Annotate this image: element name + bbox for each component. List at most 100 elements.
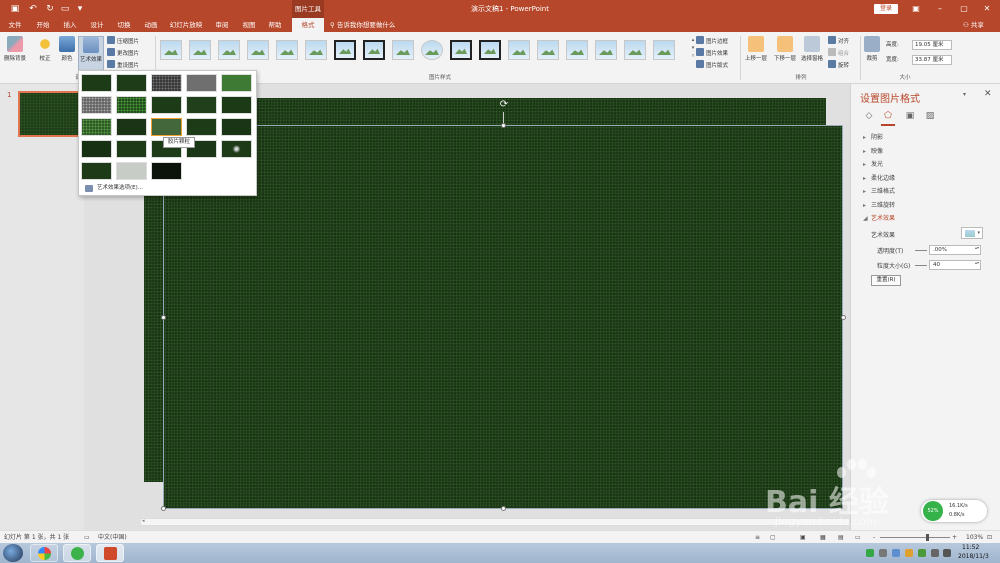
tab-file[interactable]: 文件 bbox=[4, 18, 26, 32]
section-3d-format[interactable]: ▸ 三维格式 bbox=[863, 186, 895, 198]
effects-pentagon-icon[interactable]: ⬠ bbox=[882, 110, 894, 122]
pane-close-icon[interactable]: ✕ bbox=[984, 89, 992, 99]
effect-option[interactable] bbox=[221, 118, 252, 136]
resize-handle-bottom[interactable] bbox=[501, 506, 506, 511]
resize-handle-right[interactable] bbox=[841, 315, 846, 320]
artistic-effects-button[interactable]: 艺术效果 bbox=[78, 36, 104, 72]
bring-forward-button[interactable]: 上移一层 bbox=[742, 36, 770, 62]
zoom-slider-thumb[interactable] bbox=[926, 534, 929, 541]
tab-format[interactable]: 格式 bbox=[292, 18, 324, 32]
compress-pictures-button[interactable]: 压缩图片 bbox=[107, 36, 139, 46]
picture-style-option[interactable] bbox=[537, 40, 559, 60]
picture-style-option[interactable] bbox=[334, 40, 356, 60]
section-reflection[interactable]: ▸ 映像 bbox=[863, 146, 883, 158]
picture-style-option[interactable] bbox=[276, 40, 298, 60]
tray-icon[interactable] bbox=[918, 549, 926, 557]
horizontal-scrollbar[interactable]: ◂ bbox=[140, 518, 850, 526]
picture-style-option[interactable] bbox=[421, 40, 443, 60]
crop-button[interactable]: 裁剪 bbox=[862, 36, 882, 62]
tab-animations[interactable]: 动画 bbox=[140, 18, 162, 32]
tell-me-search[interactable]: ⚲ 告诉我你想要做什么 bbox=[330, 18, 395, 32]
grain-size-slider[interactable] bbox=[915, 265, 927, 266]
volume-icon[interactable] bbox=[943, 549, 951, 557]
selected-picture[interactable] bbox=[163, 125, 843, 509]
fill-line-icon[interactable]: ◇ bbox=[863, 110, 875, 122]
zoom-slider[interactable] bbox=[880, 537, 950, 538]
rotate-handle-icon[interactable]: ⟳ bbox=[499, 100, 509, 110]
tab-help[interactable]: 帮助 bbox=[264, 18, 286, 32]
resize-handle-bottom-left[interactable] bbox=[161, 506, 166, 511]
effect-option[interactable] bbox=[116, 74, 147, 92]
clock-time[interactable]: 11:52 bbox=[962, 544, 979, 551]
effect-option[interactable] bbox=[221, 96, 252, 114]
effect-option[interactable] bbox=[221, 140, 252, 158]
effect-option[interactable] bbox=[116, 140, 147, 158]
resize-handle-top[interactable] bbox=[501, 123, 506, 128]
effect-option[interactable] bbox=[151, 162, 182, 180]
customize-toolbar-icon[interactable]: ▾ bbox=[74, 3, 86, 15]
save-icon[interactable]: ▣ bbox=[9, 3, 21, 15]
effect-none[interactable] bbox=[81, 74, 112, 92]
picture-style-option[interactable] bbox=[450, 40, 472, 60]
width-input[interactable]: 33.87 厘米 bbox=[912, 55, 952, 65]
transparency-slider[interactable] bbox=[915, 250, 927, 251]
section-soft-edges[interactable]: ▸ 柔化边缘 bbox=[863, 173, 895, 185]
effect-film-grain[interactable] bbox=[151, 118, 182, 136]
section-glow[interactable]: ▸ 发光 bbox=[863, 159, 883, 171]
section-artistic-effects[interactable]: ◢ 艺术效果 bbox=[863, 213, 895, 225]
start-button[interactable] bbox=[3, 544, 23, 562]
transparency-input[interactable]: .00% bbox=[929, 245, 981, 255]
group-button[interactable]: 组合 bbox=[828, 48, 849, 58]
picture-style-option[interactable] bbox=[392, 40, 414, 60]
picture-style-option[interactable] bbox=[247, 40, 269, 60]
picture-border-button[interactable]: 图片边框 bbox=[696, 36, 728, 46]
picture-style-option[interactable] bbox=[189, 40, 211, 60]
size-properties-icon[interactable]: ▣ bbox=[904, 110, 916, 122]
tab-slideshow[interactable]: 幻灯片放映 bbox=[167, 18, 205, 32]
maximize-icon[interactable]: ▢ bbox=[953, 0, 975, 18]
close-icon[interactable]: ✕ bbox=[976, 0, 998, 18]
picture-effects-button[interactable]: 图片效果 bbox=[696, 48, 728, 58]
login-button[interactable]: 登录 bbox=[874, 4, 898, 14]
tray-icon[interactable] bbox=[892, 549, 900, 557]
effect-option[interactable] bbox=[116, 96, 147, 114]
picture-style-option[interactable] bbox=[479, 40, 501, 60]
start-from-beginning-icon[interactable]: ▭ bbox=[59, 3, 71, 15]
picture-icon[interactable]: ▨ bbox=[924, 110, 936, 122]
reset-button[interactable]: 重置(R) bbox=[871, 275, 901, 286]
remove-background-button[interactable]: 删除背景 bbox=[2, 36, 28, 62]
undo-icon[interactable]: ↶ bbox=[27, 3, 39, 15]
artistic-effects-options-link[interactable]: 艺术效果选项(E)... bbox=[81, 183, 253, 194]
picture-style-option[interactable] bbox=[624, 40, 646, 60]
section-shadow[interactable]: ▸ 阴影 bbox=[863, 132, 883, 144]
align-button[interactable]: 对齐 bbox=[828, 36, 849, 46]
picture-style-option[interactable] bbox=[653, 40, 675, 60]
picture-style-option[interactable] bbox=[566, 40, 588, 60]
picture-style-option[interactable] bbox=[218, 40, 240, 60]
picture-style-option[interactable] bbox=[363, 40, 385, 60]
clock-date[interactable]: 2018/11/3 bbox=[958, 553, 989, 560]
effect-option[interactable] bbox=[116, 162, 147, 180]
ribbon-display-options-icon[interactable]: ▣ bbox=[905, 0, 927, 18]
taskbar-app-browser[interactable] bbox=[30, 544, 58, 562]
network-speed-widget[interactable]: 52% 16.1K/s 0.8K/s bbox=[921, 500, 987, 522]
pane-options-dropdown-icon[interactable]: ▾ bbox=[963, 91, 966, 98]
tab-insert[interactable]: 插入 bbox=[59, 18, 81, 32]
effect-option[interactable] bbox=[186, 74, 217, 92]
tray-icon[interactable] bbox=[905, 549, 913, 557]
picture-style-option[interactable] bbox=[508, 40, 530, 60]
effect-option[interactable] bbox=[81, 140, 112, 158]
scroll-left-icon[interactable]: ◂ bbox=[142, 518, 145, 524]
network-icon[interactable] bbox=[931, 549, 939, 557]
grain-size-input[interactable]: 40 bbox=[929, 260, 981, 270]
tab-view[interactable]: 视图 bbox=[238, 18, 260, 32]
effect-option[interactable] bbox=[151, 74, 182, 92]
reset-picture-button[interactable]: 重设图片 bbox=[107, 60, 139, 70]
tab-home[interactable]: 开始 bbox=[32, 18, 54, 32]
picture-layout-button[interactable]: 图片版式 bbox=[696, 60, 728, 70]
corrections-button[interactable]: 校正 bbox=[34, 36, 56, 62]
effect-option[interactable] bbox=[116, 118, 147, 136]
tab-review[interactable]: 审阅 bbox=[211, 18, 233, 32]
taskbar-app-360[interactable] bbox=[63, 544, 91, 562]
minimize-icon[interactable]: – bbox=[929, 0, 951, 18]
